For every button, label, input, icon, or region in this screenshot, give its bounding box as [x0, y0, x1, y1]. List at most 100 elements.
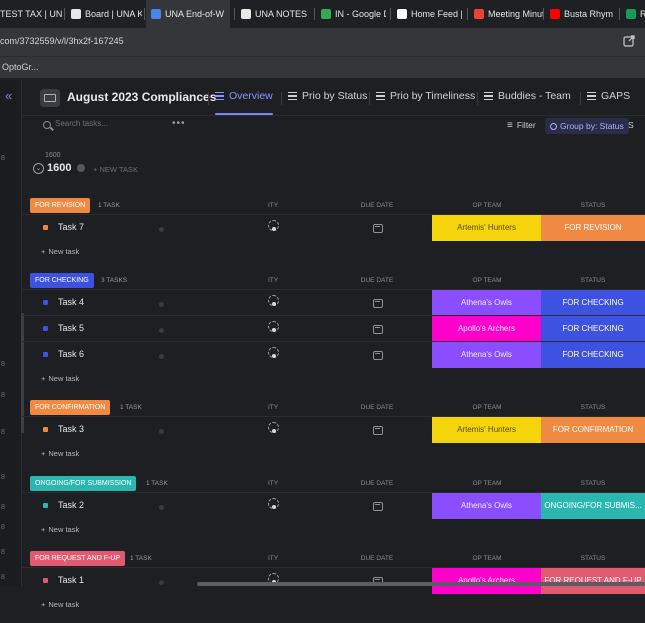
table-row[interactable]: Task 7 Artemis' Hunters FOR REVISION [22, 214, 645, 241]
status-square-icon[interactable] [43, 326, 48, 331]
status-cell[interactable]: FOR REVISION [541, 215, 645, 241]
status-group-badge[interactable]: FOR CONFIRMATION [30, 400, 111, 415]
status-square-icon[interactable] [43, 225, 48, 230]
new-task-button[interactable]: New task [41, 600, 79, 609]
task-name[interactable]: Task 5 [58, 323, 84, 333]
view-tab[interactable]: Buddies - Team [484, 90, 571, 102]
view-tab[interactable]: Overview [215, 90, 273, 102]
column-header-team[interactable]: OP TEAM [457, 480, 517, 487]
calendar-icon[interactable] [373, 502, 383, 511]
status-cell[interactable]: FOR CONFIRMATION [541, 417, 645, 443]
task-name[interactable]: Task 4 [58, 297, 84, 307]
horizontal-scrollbar[interactable] [197, 582, 645, 586]
group-by-button[interactable]: Group by: Status [545, 118, 629, 134]
op-team-cell[interactable]: Artemis' Hunters [432, 215, 541, 241]
status-cell[interactable]: FOR CHECKING [541, 316, 645, 342]
task-name[interactable]: Task 1 [58, 575, 84, 585]
table-row[interactable]: Task 1 Apollo's Archers FOR REQUEST AND F-… [22, 567, 645, 594]
op-team-cell[interactable]: Athena's Owls [432, 493, 541, 519]
task-name[interactable]: Task 2 [58, 500, 84, 510]
table-row[interactable]: Task 2 Athena's Owls ONGOING/FOR SUBMIS... [22, 492, 645, 519]
priority-flag-icon[interactable] [268, 295, 279, 306]
column-header-due[interactable]: DUE DATE [352, 202, 402, 209]
collapse-sidebar-icon[interactable]: « [5, 88, 12, 103]
column-header-due[interactable]: DUE DATE [352, 404, 402, 411]
op-team-cell[interactable]: Athena's Owls [432, 290, 541, 316]
search-input[interactable] [55, 119, 165, 128]
op-team-cell[interactable]: Artemis' Hunters [432, 417, 541, 443]
more-options-icon[interactable]: ••• [172, 118, 186, 129]
new-task-button[interactable]: New task [41, 247, 79, 256]
toolbar-more-button[interactable]: S [628, 120, 634, 130]
column-header-priority[interactable]: ITY [262, 480, 284, 487]
column-header-status[interactable]: STATUS [562, 404, 624, 411]
status-cell[interactable]: FOR REQUEST AND F-UP [541, 568, 645, 594]
calendar-icon[interactable] [373, 325, 383, 334]
status-cell[interactable]: FOR CHECKING [541, 290, 645, 316]
status-group-badge[interactable]: FOR CHECKING [30, 273, 94, 288]
browser-tab[interactable]: Home Feed | R [392, 0, 462, 28]
task-name[interactable]: Task 6 [58, 349, 84, 359]
op-team-cell[interactable]: Apollo's Archers [432, 316, 541, 342]
folder-button[interactable] [40, 89, 60, 107]
column-header-team[interactable]: OP TEAM [457, 277, 517, 284]
column-header-status[interactable]: STATUS [562, 277, 624, 284]
status-square-icon[interactable] [43, 300, 48, 305]
browser-tab[interactable]: UNA NOTES [236, 0, 308, 28]
table-row[interactable]: Task 3 Artemis' Hunters FOR CONFIRMATION [22, 416, 645, 443]
status-group-badge[interactable]: FOR REQUEST AND F-UP [30, 551, 126, 566]
table-row[interactable]: Task 4 Athena's Owls FOR CHECKING [22, 289, 645, 316]
open-external-icon[interactable] [623, 35, 635, 47]
collapse-group-icon[interactable]: ⌄ [33, 163, 44, 174]
filter-button[interactable]: Filter [507, 120, 536, 131]
column-header-status[interactable]: STATUS [562, 480, 624, 487]
column-header-team[interactable]: OP TEAM [457, 202, 517, 209]
op-team-cell[interactable]: Apollo's Archers [432, 568, 541, 594]
column-header-priority[interactable]: ITY [262, 404, 284, 411]
new-task-button[interactable]: New task [41, 525, 79, 534]
bookmark-item[interactable]: OptoGr... [2, 62, 39, 72]
op-team-cell[interactable]: Athena's Owls [432, 342, 541, 368]
status-square-icon[interactable] [43, 427, 48, 432]
new-task-button[interactable]: New task [41, 374, 79, 383]
calendar-icon[interactable] [373, 351, 383, 360]
info-icon[interactable] [77, 164, 85, 172]
status-group-badge[interactable]: FOR REVISION [30, 198, 91, 213]
column-header-priority[interactable]: ITY [262, 202, 284, 209]
table-row[interactable]: Task 5 Apollo's Archers FOR CHECKING [22, 315, 645, 342]
status-cell[interactable]: ONGOING/FOR SUBMIS... [541, 493, 645, 519]
table-row[interactable]: Task 6 Athena's Owls FOR CHECKING [22, 341, 645, 368]
priority-flag-icon[interactable] [268, 220, 279, 231]
priority-flag-icon[interactable] [268, 347, 279, 358]
browser-tab[interactable]: IN - Google Dr [316, 0, 386, 28]
browser-tab[interactable]: Meeting Minut [469, 0, 543, 28]
column-header-due[interactable]: DUE DATE [352, 555, 402, 562]
view-tab[interactable]: Prio by Timeliness [376, 90, 475, 102]
browser-tab[interactable]: Busta Rhym [545, 0, 617, 28]
status-group-badge[interactable]: ONGOING/FOR SUBMISSION [30, 476, 137, 491]
column-header-due[interactable]: DUE DATE [352, 277, 402, 284]
status-cell[interactable]: FOR CHECKING [541, 342, 645, 368]
column-header-status[interactable]: STATUS [562, 555, 624, 562]
new-task-button[interactable]: + NEW TASK [93, 165, 138, 174]
priority-flag-icon[interactable] [268, 498, 279, 509]
column-header-team[interactable]: OP TEAM [457, 555, 517, 562]
task-name[interactable]: Task 3 [58, 424, 84, 434]
status-square-icon[interactable] [43, 578, 48, 583]
task-name[interactable]: Task 7 [58, 222, 84, 232]
url-text[interactable]: com/3732559/v/l/3hx2f-167245 [0, 36, 124, 46]
calendar-icon[interactable] [373, 224, 383, 233]
browser-tab[interactable]: RE [621, 0, 645, 28]
calendar-icon[interactable] [373, 426, 383, 435]
column-header-priority[interactable]: ITY [262, 277, 284, 284]
column-header-status[interactable]: STATUS [562, 202, 624, 209]
status-square-icon[interactable] [43, 352, 48, 357]
column-header-team[interactable]: OP TEAM [457, 404, 517, 411]
column-header-due[interactable]: DUE DATE [352, 480, 402, 487]
column-header-priority[interactable]: ITY [262, 555, 284, 562]
browser-tab[interactable]: Board | UNA K [66, 0, 142, 28]
view-tab[interactable]: GAPS [587, 90, 630, 102]
status-square-icon[interactable] [43, 503, 48, 508]
priority-flag-icon[interactable] [268, 422, 279, 433]
browser-tab[interactable]: TEST TAX | UN [0, 0, 62, 28]
